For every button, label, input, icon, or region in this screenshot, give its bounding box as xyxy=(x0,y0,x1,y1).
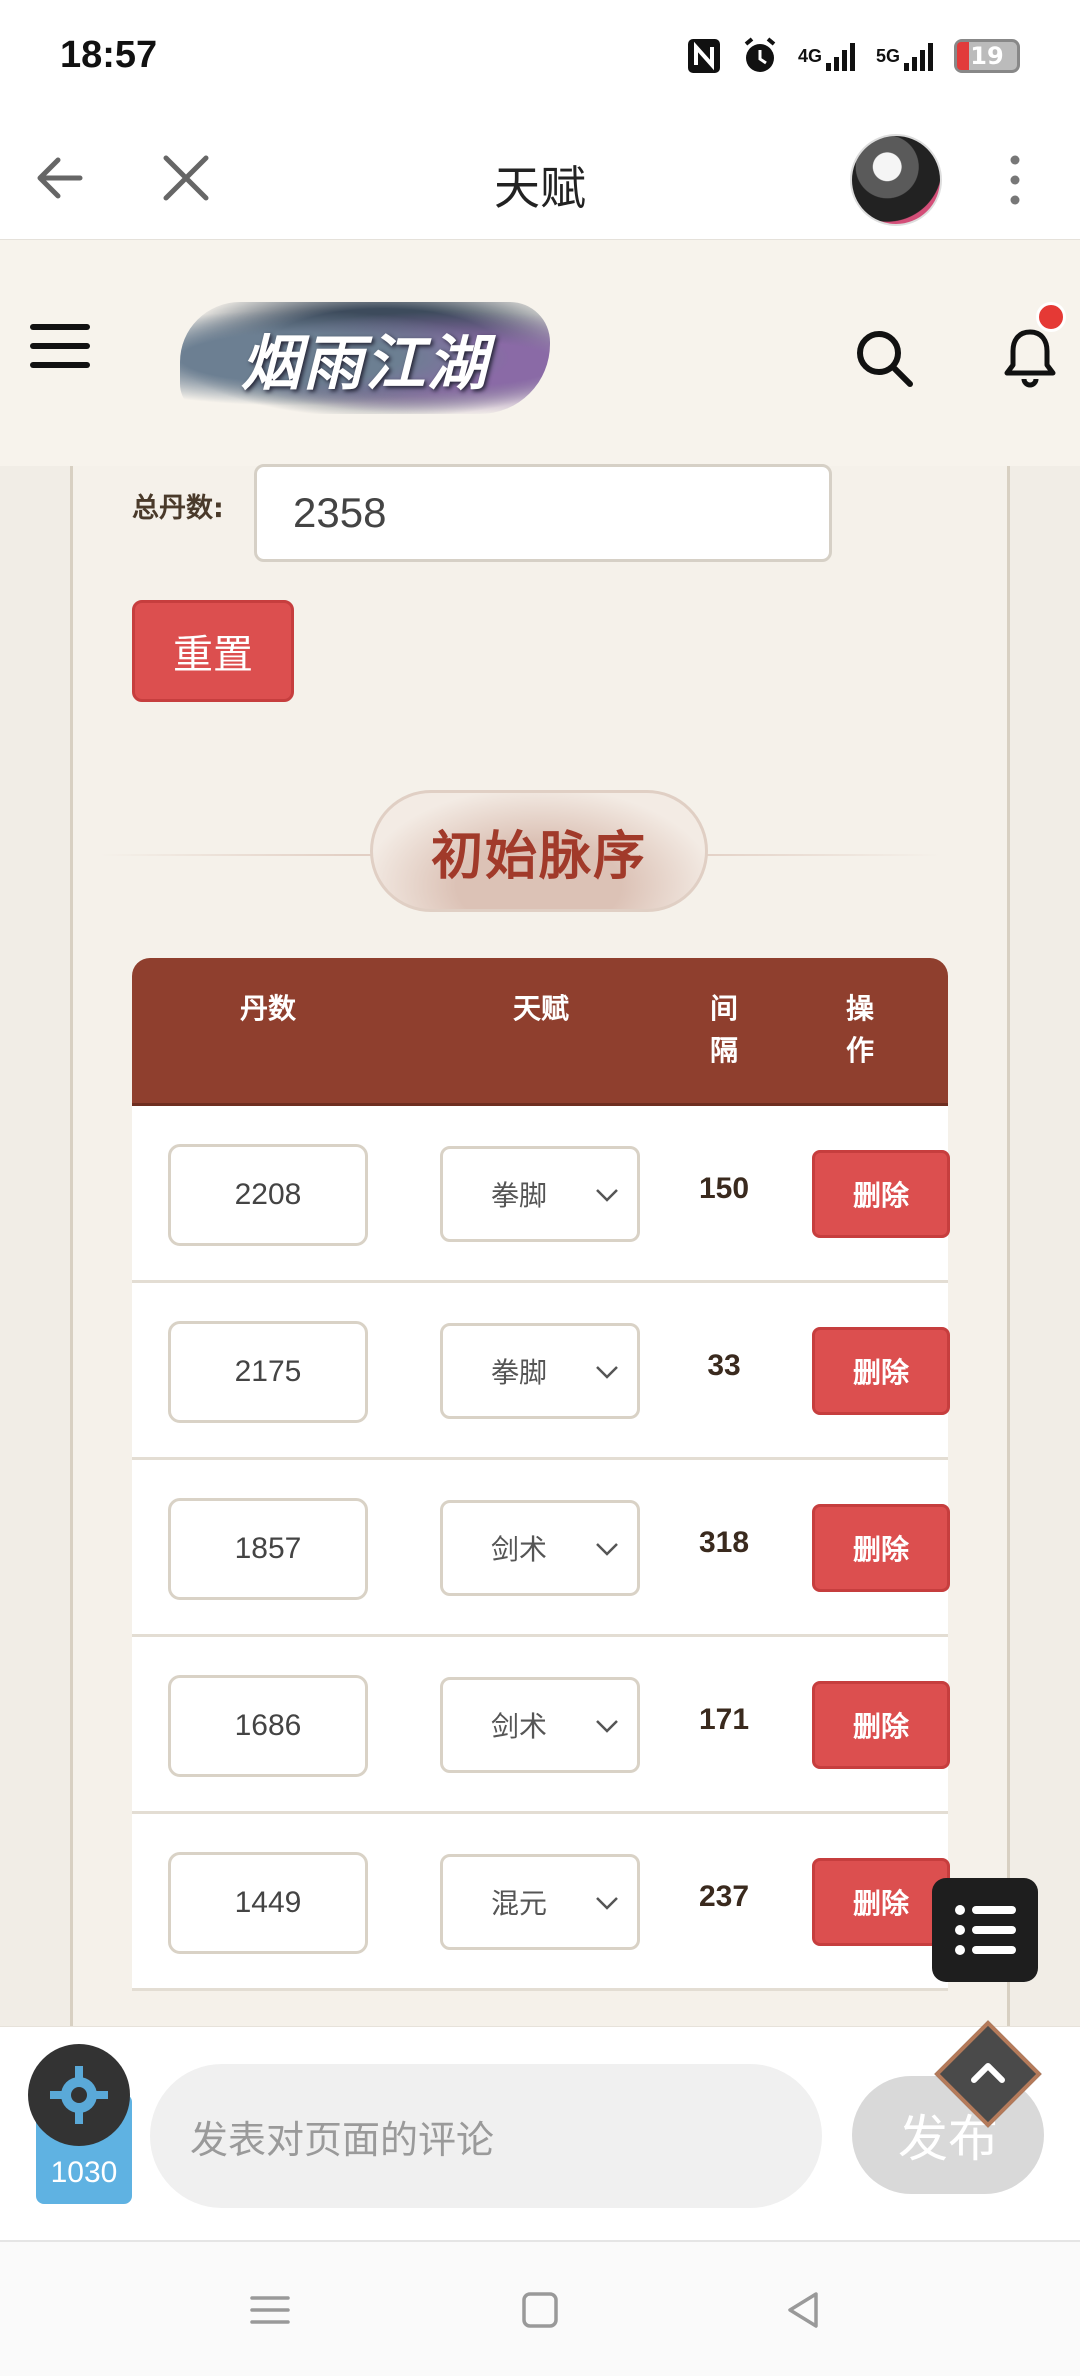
logo-text: 烟雨江湖 xyxy=(241,328,489,399)
site-logo[interactable]: 烟雨江湖 xyxy=(180,302,550,414)
gear-icon[interactable] xyxy=(28,2044,130,2146)
menu-icon[interactable] xyxy=(30,324,90,374)
battery-icon: 19 xyxy=(954,39,1020,73)
table-row: 2175 拳脚 33 删除 xyxy=(132,1283,950,1460)
chevron-down-icon xyxy=(596,1189,618,1202)
talent-value: 剑术 xyxy=(491,1710,548,1743)
status-time: 18:57 xyxy=(60,34,158,76)
talent-select[interactable]: 剑术 xyxy=(440,1677,640,1773)
interval-value: 318 xyxy=(698,1526,750,1559)
chevron-down-icon xyxy=(596,1897,618,1910)
battery-level: 19 xyxy=(970,42,1004,70)
interval-value: 171 xyxy=(698,1703,750,1736)
chevron-down-icon xyxy=(596,1543,618,1556)
meridian-table: 丹数 天赋 间 隔 操 作 2208 拳脚 150 删除 2175 拳脚 33 … xyxy=(132,958,950,1991)
dan-input[interactable]: 1686 xyxy=(168,1675,368,1777)
bell-icon[interactable] xyxy=(1000,324,1060,388)
signal-5g-icon: 5G xyxy=(876,36,936,76)
comment-input[interactable]: 发表对页面的评论 xyxy=(150,2064,822,2208)
header-talent: 天赋 xyxy=(512,992,569,1025)
status-bar: 18:57 4G 5G 19 xyxy=(0,0,1080,118)
interval-value: 150 xyxy=(698,1172,750,1205)
signal-4g-icon: 4G xyxy=(798,36,858,76)
back-nav-icon[interactable] xyxy=(780,2286,828,2334)
total-dan-label: 总丹数: xyxy=(132,493,224,524)
talent-value: 拳脚 xyxy=(491,1356,548,1389)
section-title: 初始脉序 xyxy=(370,790,708,912)
interval-value: 237 xyxy=(698,1880,750,1913)
search-icon[interactable] xyxy=(852,326,916,390)
talent-value: 混元 xyxy=(491,1887,548,1920)
delete-button[interactable]: 删除 xyxy=(812,1327,950,1415)
dan-input[interactable]: 2208 xyxy=(168,1144,368,1246)
recents-icon[interactable] xyxy=(246,2286,294,2334)
table-row: 1449 混元 237 删除 xyxy=(132,1814,950,1991)
more-icon[interactable] xyxy=(1000,148,1030,212)
dan-input[interactable]: 2175 xyxy=(168,1321,368,1423)
site-header: 烟雨江湖 xyxy=(0,240,1080,466)
status-icons: 4G 5G 19 xyxy=(686,36,1020,76)
avatar[interactable] xyxy=(850,134,942,226)
talent-select[interactable]: 混元 xyxy=(440,1854,640,1950)
chevron-up-icon xyxy=(971,2063,1005,2083)
system-nav-bar xyxy=(0,2240,1080,2376)
section-header: 初始脉序 xyxy=(100,790,940,920)
delete-button[interactable]: 删除 xyxy=(812,1858,950,1946)
alarm-icon xyxy=(740,36,780,76)
nfc-icon xyxy=(686,36,722,76)
table-header: 丹数 天赋 间 隔 操 作 xyxy=(132,958,948,1106)
talent-select[interactable]: 拳脚 xyxy=(440,1323,640,1419)
delete-button[interactable]: 删除 xyxy=(812,1150,950,1238)
talent-value: 剑术 xyxy=(491,1533,548,1566)
list-icon[interactable] xyxy=(932,1878,1038,1982)
header-dan: 丹数 xyxy=(239,992,296,1025)
delete-button[interactable]: 删除 xyxy=(812,1681,950,1769)
notification-badge xyxy=(1036,302,1066,332)
table-row: 1686 剑术 171 删除 xyxy=(132,1637,950,1814)
chevron-down-icon xyxy=(596,1366,618,1379)
dan-input[interactable]: 1449 xyxy=(168,1852,368,1954)
table-row: 1857 剑术 318 删除 xyxy=(132,1460,950,1637)
reset-button[interactable]: 重置 xyxy=(132,600,294,702)
delete-button[interactable]: 删除 xyxy=(812,1504,950,1592)
total-dan-input[interactable]: 2358 xyxy=(254,464,832,562)
net-label-1: 4G xyxy=(797,45,822,66)
net-label-2: 5G xyxy=(875,45,900,66)
talent-select[interactable]: 剑术 xyxy=(440,1500,640,1596)
home-icon[interactable] xyxy=(516,2286,564,2334)
talent-value: 拳脚 xyxy=(491,1179,548,1212)
table-row: 2208 拳脚 150 删除 xyxy=(132,1106,950,1283)
dan-input[interactable]: 1857 xyxy=(168,1498,368,1600)
talent-select[interactable]: 拳脚 xyxy=(440,1146,640,1242)
widget-count: 1030 xyxy=(50,2156,118,2189)
app-titlebar: 天赋 xyxy=(0,118,1080,240)
interval-value: 33 xyxy=(707,1349,741,1382)
header-interval: 间 隔 xyxy=(709,992,738,1067)
chevron-down-icon xyxy=(596,1720,618,1733)
header-operation: 操 作 xyxy=(845,992,874,1067)
